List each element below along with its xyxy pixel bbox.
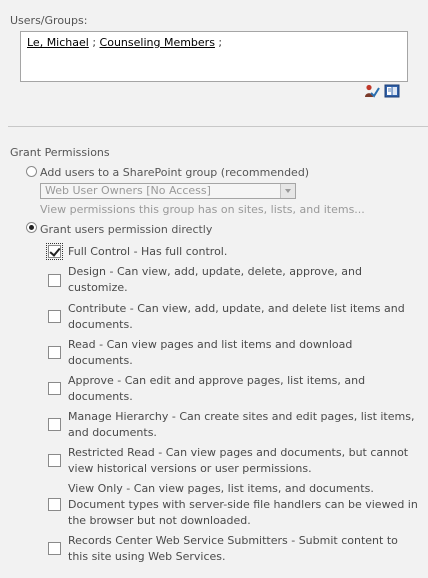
permission-label: Design - Can view, add, update, delete, … [68,265,362,294]
permission-label: Full Control - Has full control. [68,245,228,258]
entry-separator: ; [214,36,223,49]
view-group-permissions-text: View permissions this group has on sites… [40,203,365,216]
permission-label: Records Center Web Service Submitters - … [68,534,398,563]
users-groups-section: Users/Groups: Le, Michael ; Counseling M… [0,0,428,126]
permission-checkbox[interactable] [48,346,61,359]
permission-checkbox[interactable] [48,542,61,555]
user-entry-counseling-members[interactable]: Counseling Members [100,36,215,49]
grant-permissions-label: Grant Permissions [10,146,110,159]
add-to-group-radio[interactable] [26,166,37,177]
entry-separator: ; [88,36,100,49]
permission-label: Manage Hierarchy - Can create sites and … [68,410,415,439]
permission-checkbox[interactable] [48,454,61,467]
permission-label: Approve - Can edit and approve pages, li… [68,374,366,403]
permission-checkbox[interactable] [48,274,61,287]
permission-checkbox[interactable] [48,310,61,323]
user-entry-le-michael[interactable]: Le, Michael [27,36,89,49]
permission-label: Contribute - Can view, add, update, and … [68,302,405,331]
permission-checkbox[interactable] [46,243,63,260]
permission-label: View Only - Can view pages, list items, … [68,482,418,527]
permission-checkbox[interactable] [48,418,61,431]
people-picker-input[interactable]: Le, Michael ; Counseling Members ; [20,31,408,82]
permission-checkbox[interactable] [48,382,61,395]
sharepoint-group-select[interactable]: Web User Owners [No Access] [40,183,296,199]
users-groups-label: Users/Groups: [10,14,88,27]
grant-directly-label[interactable]: Grant users permission directly [40,223,212,236]
browse-directory-icon[interactable] [384,84,400,98]
add-to-group-label[interactable]: Add users to a SharePoint group (recomme… [40,166,309,179]
permission-label: Read - Can view pages and list items and… [68,338,353,367]
group-select-value: Web User Owners [No Access] [45,184,211,197]
check-names-icon[interactable] [364,84,380,98]
dropdown-arrow-icon[interactable] [280,184,295,198]
permission-checkbox[interactable] [48,498,61,511]
permission-label: Restricted Read - Can view pages and doc… [68,446,409,475]
section-divider [8,126,428,127]
grant-directly-radio[interactable] [26,222,37,233]
